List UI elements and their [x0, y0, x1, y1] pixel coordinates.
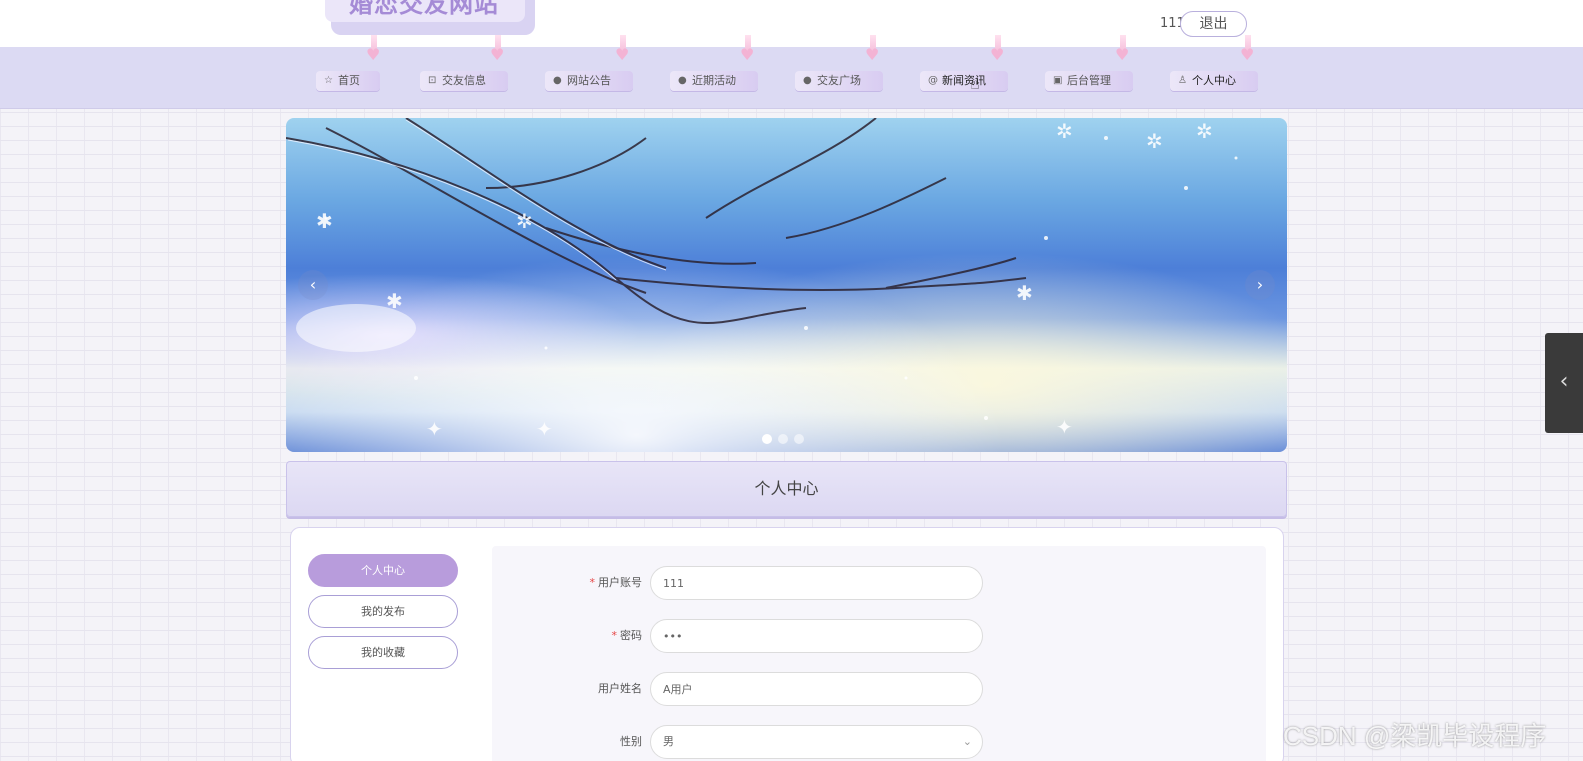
lock-icon: ⊡ [428, 75, 437, 86]
heart-decoration-icon: ♥ [740, 35, 756, 69]
heart-decoration-icon: ♥ [865, 35, 881, 69]
svg-text:✱: ✱ [1016, 281, 1033, 305]
nav-label: 交友广场 [817, 74, 861, 87]
banner-carousel[interactable]: ✲ ✲ ✲ ✲ ✱ ✦ ✦ ✦ ✱ ✱ ‹ › [286, 118, 1287, 452]
svg-text:✲: ✲ [1056, 119, 1073, 143]
svg-text:✱: ✱ [316, 209, 333, 233]
watermark: CSDN @梁凯毕设程序 [1283, 721, 1547, 751]
site-logo: 婚恋交友网站 [325, 0, 535, 35]
heart-decoration-icon: ♥ [615, 35, 631, 69]
gender-select[interactable]: 男 ⌄ [650, 725, 983, 759]
logout-button[interactable]: 退出 [1180, 11, 1247, 37]
nav-label: 近期活动 [692, 74, 736, 87]
nav-item-announcements[interactable]: ● 网站公告 [545, 71, 633, 91]
top-header: 婚恋交友网站 111 退出 [0, 0, 1583, 47]
heart-decoration-icon: ♥ [1240, 35, 1256, 69]
carousel-dot[interactable] [778, 434, 788, 444]
site-title: 婚恋交友网站 [325, 0, 525, 22]
required-marker: * [611, 629, 618, 642]
form-row-password: * 密码 [492, 619, 1266, 653]
carousel-prev-button[interactable]: ‹ [298, 270, 328, 300]
nav-label: 首页 [338, 74, 360, 87]
winter-branches-image: ✲ ✲ ✲✲ ✱✦ ✦ ✦ ✱✱ [286, 118, 1238, 441]
star-icon: ☆ [324, 75, 333, 86]
svg-text:✲: ✲ [1146, 129, 1163, 153]
sidebar-item-profile[interactable]: 个人中心 [308, 554, 458, 587]
sidebar-item-my-favorites[interactable]: 我的收藏 [308, 636, 458, 669]
nav-label: 后台管理 [1067, 74, 1111, 87]
nav-label: 交友信息 [442, 74, 486, 87]
carousel-indicators [762, 429, 810, 448]
heart-decoration-icon: ♥ [490, 35, 506, 69]
profile-form: *用户账号 *密码 用户姓名 性别 男 ⌄ [492, 546, 1266, 761]
svg-text:✦: ✦ [426, 417, 443, 441]
carousel-dot[interactable] [794, 434, 804, 444]
account-field[interactable] [650, 566, 983, 600]
nav-item-profile[interactable]: ♙ 个人中心 [1170, 71, 1258, 91]
nav-item-recent-events[interactable]: ● 近期活动 [670, 71, 758, 91]
nav-label: 网站公告 [567, 74, 611, 87]
floating-expand-tab[interactable]: ‹ [1545, 333, 1583, 433]
heart-decoration-icon: ♥ [990, 35, 1006, 69]
svg-text:✲: ✲ [516, 209, 533, 233]
account-label: * 用户账号 [589, 576, 643, 589]
sidebar-item-my-posts[interactable]: 我的发布 [308, 595, 458, 628]
required-marker: * [589, 576, 596, 589]
mouse-pointer-icon: ☝ [970, 74, 980, 93]
name-field[interactable] [650, 672, 983, 706]
form-row-account: * 用户账号 [492, 566, 1266, 600]
profile-panel: 个人中心 我的发布 我的收藏 *用户账号 *密码 用户姓名 性别 男 ⌄ [290, 527, 1284, 761]
question-icon: ● [678, 75, 687, 86]
nav-item-news[interactable]: @ 新闻资讯 [920, 71, 1008, 91]
info-circle-icon: ● [803, 75, 812, 86]
svg-text:✦: ✦ [1056, 415, 1073, 439]
heart-decoration-icon: ♥ [366, 35, 382, 69]
gender-value: 男 [663, 735, 674, 748]
name-label: 用户姓名 [598, 682, 642, 695]
at-icon: @ [928, 75, 938, 86]
svg-text:✦: ✦ [536, 417, 553, 441]
briefcase-icon: ▣ [1053, 75, 1063, 86]
heart-decoration-icon: ♥ [1115, 35, 1131, 69]
nav-label: 个人中心 [1192, 74, 1236, 87]
nav-item-dating-info[interactable]: ⊡ 交友信息 [420, 71, 508, 91]
password-field[interactable] [650, 619, 983, 653]
info-icon: ● [553, 75, 562, 86]
nav-item-admin[interactable]: ▣ 后台管理 [1045, 71, 1133, 91]
svg-text:✲: ✲ [1196, 119, 1213, 143]
carousel-dot[interactable] [762, 434, 772, 444]
carousel-next-button[interactable]: › [1245, 270, 1275, 300]
chevron-down-icon: ⌄ [962, 735, 972, 748]
page-title: 个人中心 [286, 461, 1287, 517]
nav-item-home[interactable]: ☆ 首页 [316, 71, 380, 91]
user-icon: ♙ [1178, 75, 1187, 86]
password-label: * 密码 [611, 629, 643, 642]
gender-label: 性别 [620, 735, 642, 748]
form-row-gender: 性别 男 ⌄ [492, 725, 1266, 759]
form-row-name: 用户姓名 [492, 672, 1266, 706]
main-nav: ☆ 首页 ♥ ⊡ 交友信息 ♥ ● 网站公告 ♥ ● 近期活动 ♥ ● 交友广场… [0, 35, 1583, 109]
nav-item-dating-square[interactable]: ● 交友广场 [795, 71, 883, 91]
